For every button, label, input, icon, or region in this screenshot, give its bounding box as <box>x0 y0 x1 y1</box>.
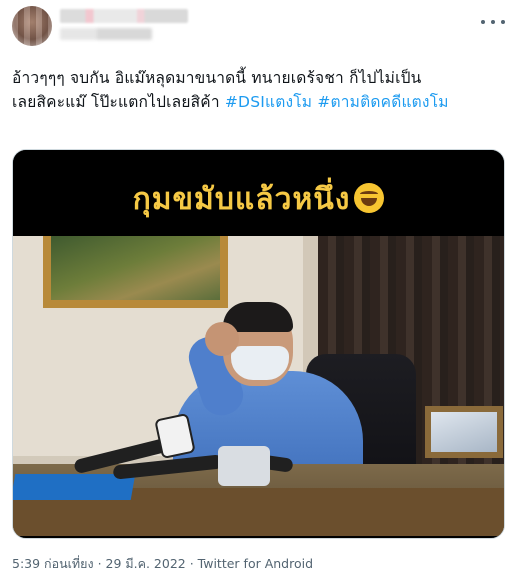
tweet-text: อ้าวๆๆๆ จบกัน อิแม๊หลุดมาขนาดนี้ ทนายเดร… <box>12 66 509 114</box>
picture-frame <box>425 406 503 458</box>
display-name-redacted[interactable] <box>60 9 188 23</box>
tweet-date[interactable]: 29 มี.ค. 2022 <box>106 556 186 571</box>
avatar[interactable] <box>12 6 52 46</box>
microphone-cluster <box>73 426 333 486</box>
more-dot <box>491 20 495 24</box>
tweet-metadata: 5:39 ก่อนเที่ยง · 29 มี.ค. 2022 · Twitte… <box>12 554 313 574</box>
tweet-source[interactable]: Twitter for Android <box>198 556 313 571</box>
face-mask <box>231 346 289 380</box>
tweet-text-line2: เลยสิคะแม๊ โป๊ะแตกไปเลยสิค้า <box>12 93 225 111</box>
video-frame <box>13 236 504 536</box>
wall-painting <box>43 236 228 308</box>
tweet-text-line1: อ้าวๆๆๆ จบกัน อิแม๊หลุดมาขนาดนี้ ทนายเดร… <box>12 69 422 87</box>
video-caption-text: กุมขมับแล้วหนึ่ง <box>132 182 351 217</box>
more-horizontal-icon[interactable] <box>481 14 505 30</box>
tweet-time[interactable]: 5:39 ก่อนเที่ยง <box>12 556 94 571</box>
meta-separator: · <box>93 556 106 571</box>
hashtag-tam-tit-kadee-taengmo[interactable]: #ตามติดคดีแตงโม <box>317 93 448 111</box>
hashtag-dsi-taengmo[interactable]: #DSIแตงโม <box>225 93 312 111</box>
video-caption: กุมขมับแล้วหนึ่ง <box>13 176 504 223</box>
more-dot <box>481 20 485 24</box>
tweet-card: อ้าวๆๆๆ จบกัน อิแม๊หลุดมาขนาดนี้ ทนายเดร… <box>0 0 521 582</box>
more-dot <box>501 20 505 24</box>
microphone-stand <box>218 446 270 486</box>
username-redacted[interactable] <box>60 28 152 40</box>
tweet-media-video[interactable]: กุมขมับแล้วหนึ่ง <box>12 149 505 539</box>
meta-separator: · <box>185 556 198 571</box>
person-hand <box>205 322 239 356</box>
laughing-emoji-icon <box>354 183 385 213</box>
